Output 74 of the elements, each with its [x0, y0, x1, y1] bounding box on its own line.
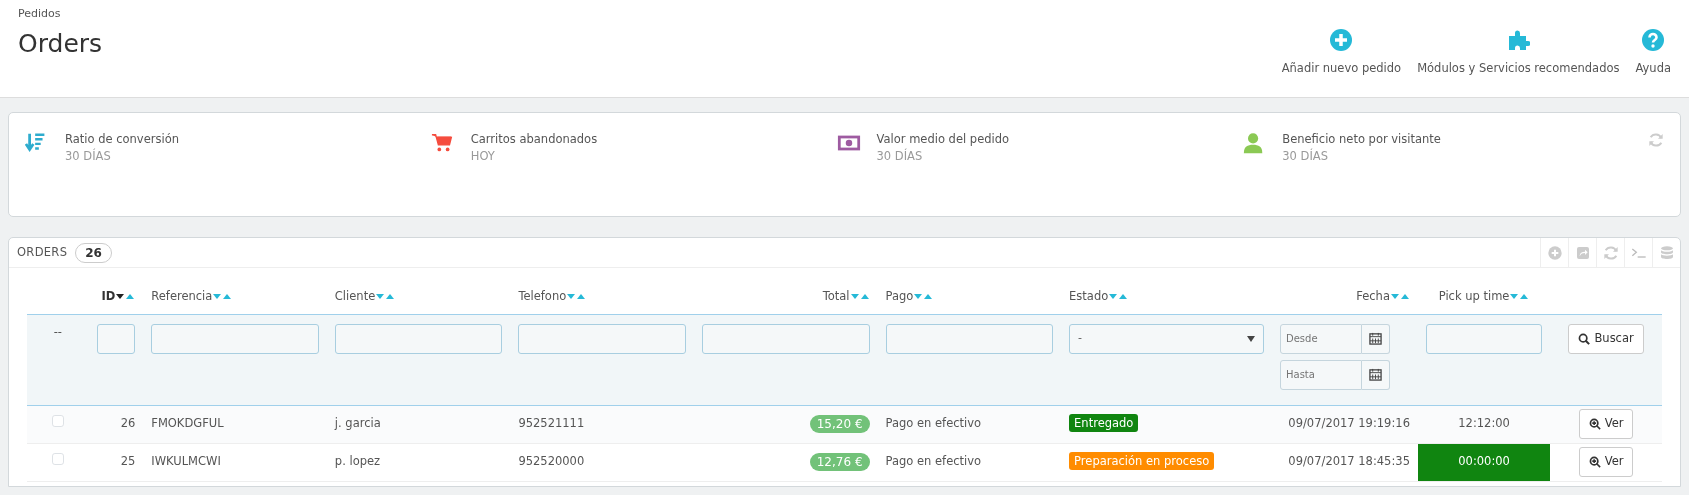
- kpi-title: Ratio de conversión: [65, 131, 179, 148]
- kpi-period: 30 DÍAS: [65, 148, 112, 166]
- total-badge: 12,76 €: [809, 452, 870, 471]
- caret-icon: [1247, 335, 1255, 342]
- kpi-title: Valor medio del pedido: [876, 131, 1010, 148]
- status-badge: Preparación en proceso: [1069, 452, 1215, 471]
- table-cell: Pago en efectivo: [885, 454, 982, 469]
- kpi-period: 30 DÍAS: [876, 148, 924, 166]
- help-icon: [1641, 28, 1666, 52]
- refresh-icon[interactable]: [1602, 244, 1619, 261]
- add-icon: [1329, 28, 1354, 52]
- pickup-time-cell: 12:12:00: [1417, 405, 1551, 443]
- date-field[interactable]: Hasta: [1280, 359, 1362, 390]
- status-badge: Entregado: [1069, 414, 1139, 433]
- column-header[interactable]: Fecha: [1356, 289, 1390, 304]
- breadcrumb[interactable]: Pedidos: [18, 6, 103, 23]
- kpi-period: HOY: [470, 148, 496, 166]
- database-icon[interactable]: [1658, 244, 1675, 261]
- row-checkbox[interactable]: [52, 415, 64, 427]
- view-button[interactable]: Ver: [1578, 447, 1634, 477]
- filter-input[interactable]: [701, 323, 870, 354]
- filter-input[interactable]: [334, 323, 503, 354]
- zoom-in-icon: [1588, 456, 1601, 468]
- kpi-period: 30 DÍAS: [1282, 148, 1329, 166]
- total-badge: 15,20 €: [809, 414, 870, 433]
- column-header[interactable]: Total: [822, 289, 850, 304]
- table-cell: 25: [120, 454, 136, 469]
- filter-input[interactable]: [1425, 323, 1543, 354]
- table-cell: Pago en efectivo: [885, 416, 982, 431]
- toolbar-button[interactable]: Módulos y Servicios recomendados: [1417, 6, 1620, 91]
- calendar-button[interactable]: [1362, 323, 1390, 354]
- empty-filter-label: --: [53, 324, 62, 339]
- refresh-icon[interactable]: [1648, 131, 1664, 148]
- table-cell: 09/07/2017 18:45:35: [1288, 454, 1410, 469]
- toolbar-button[interactable]: Ayuda: [1635, 6, 1671, 91]
- column-header[interactable]: Estado: [1069, 289, 1109, 304]
- filter-input[interactable]: [96, 323, 136, 354]
- page-title: Orders: [18, 28, 103, 59]
- table-cell: p. lopez: [334, 454, 381, 469]
- table-cell: 09/07/2017 19:19:16: [1288, 416, 1410, 431]
- column-header[interactable]: Referencia: [151, 289, 213, 304]
- column-header[interactable]: Pick up time: [1438, 289, 1510, 304]
- filter-select[interactable]: -: [1069, 323, 1264, 354]
- export-icon[interactable]: [1574, 244, 1591, 261]
- sort-icon[interactable]: [115, 292, 136, 301]
- puzzle-icon: [1506, 28, 1531, 52]
- add-icon[interactable]: [1546, 244, 1563, 261]
- filter-input[interactable]: [151, 323, 319, 354]
- view-button[interactable]: Ver: [1578, 409, 1634, 439]
- calendar-icon: [1369, 332, 1382, 345]
- calendar-button[interactable]: [1362, 359, 1390, 390]
- table-cell: 26: [120, 416, 136, 431]
- toolbar-button[interactable]: Añadir nuevo pedido: [1281, 6, 1402, 91]
- column-header[interactable]: Telefono: [518, 289, 567, 304]
- table-cell: j. garcia: [334, 416, 381, 431]
- kpi-title: Carritos abandonados: [470, 131, 598, 148]
- zoom-in-icon: [1588, 418, 1601, 430]
- calendar-icon: [1369, 368, 1382, 381]
- panel-title: ORDERS: [17, 243, 68, 261]
- filter-input[interactable]: [518, 323, 686, 354]
- kpi-title: Beneficio neto por visitante: [1282, 131, 1441, 148]
- table-cell: 952521111: [518, 416, 585, 431]
- table-cell: 952520000: [518, 454, 585, 469]
- column-header[interactable]: ID: [101, 289, 116, 304]
- search-icon: [1578, 332, 1591, 345]
- column-header[interactable]: Cliente: [334, 289, 376, 304]
- table-cell: IWKULMCWI: [151, 454, 221, 469]
- row-checkbox[interactable]: [52, 453, 64, 465]
- pickup-time-cell: 00:00:00: [1417, 443, 1551, 481]
- column-header[interactable]: Pago: [885, 289, 914, 304]
- search-button[interactable]: Buscar: [1568, 323, 1644, 354]
- date-field[interactable]: Desde: [1280, 323, 1362, 354]
- filter-input[interactable]: [885, 323, 1054, 354]
- table-cell: FMOKDGFUL: [151, 416, 224, 431]
